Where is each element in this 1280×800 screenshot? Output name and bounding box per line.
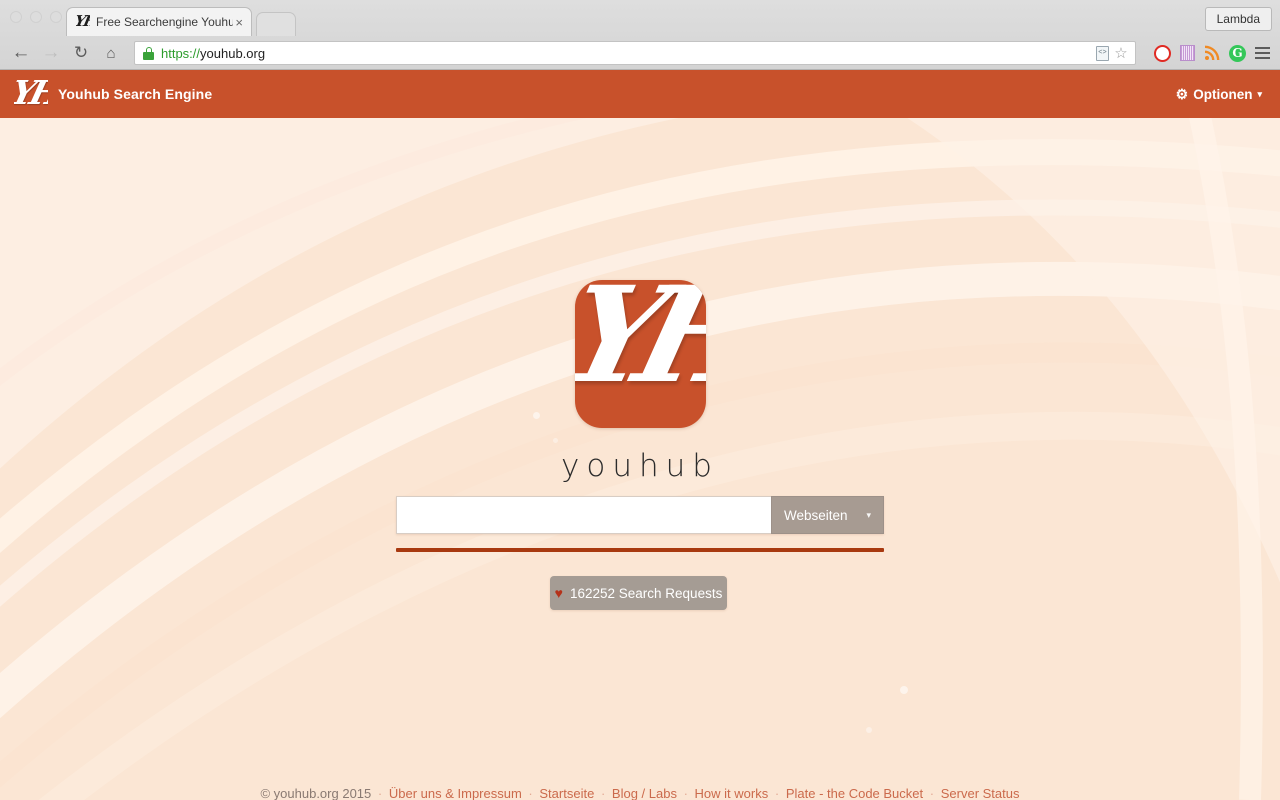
address-bar[interactable]: https://youhub.org <> ☆ xyxy=(134,41,1136,65)
footer-separator: · xyxy=(600,786,606,800)
search-row: Webseiten ▾ xyxy=(396,496,884,534)
gear-icon: ⚙ xyxy=(1175,85,1189,102)
youhub-logo-icon: YH xyxy=(14,79,48,109)
forward-icon: → xyxy=(41,42,61,63)
options-menu-button[interactable]: ⚙ Optionen ▾ xyxy=(1176,86,1262,103)
browser-menu-icon[interactable] xyxy=(1255,47,1270,59)
footer-link-how-it-works[interactable]: How it works xyxy=(695,786,769,800)
wordmark: youhub xyxy=(561,448,719,484)
search-scope-label: Webseiten xyxy=(784,507,848,523)
opera-extension-icon[interactable] xyxy=(1154,44,1171,62)
reload-icon[interactable]: ↻ xyxy=(66,38,96,68)
brand[interactable]: YH Youhub Search Engine xyxy=(14,79,212,109)
footer-link-server-status[interactable]: Server Status xyxy=(941,786,1020,800)
tab-close-icon[interactable]: × xyxy=(233,16,245,29)
url-text: https://youhub.org xyxy=(161,46,265,61)
footer-separator: · xyxy=(774,786,780,800)
window-maximize-button[interactable] xyxy=(50,11,62,23)
barcode-extension-icon[interactable] xyxy=(1180,45,1195,61)
extension-icons: G xyxy=(1142,44,1280,62)
window-minimize-button[interactable] xyxy=(30,11,42,23)
tab-favicon-icon: YH xyxy=(76,15,90,29)
footer-link-plate[interactable]: Plate - the Code Bucket xyxy=(786,786,923,800)
browser-tab-active[interactable]: YH Free Searchengine Youhub × xyxy=(66,7,252,36)
copyright-text: © youhub.org 2015 xyxy=(260,786,372,800)
search-requests-label: 162252 Search Requests xyxy=(569,585,723,601)
back-icon[interactable]: ← xyxy=(6,38,36,68)
bookmark-star-icon[interactable]: ☆ xyxy=(1111,43,1131,63)
code-view-icon[interactable]: <> xyxy=(1096,45,1109,61)
chevron-down-icon: ▾ xyxy=(866,509,871,520)
url-scheme: https:// xyxy=(161,45,201,61)
search-input[interactable] xyxy=(396,496,771,534)
window-close-button[interactable] xyxy=(10,11,22,23)
lock-icon xyxy=(143,46,154,60)
new-tab-button[interactable] xyxy=(256,12,296,36)
divider xyxy=(396,548,884,552)
search-requests-badge[interactable]: ♥ 162252 Search Requests xyxy=(550,576,727,610)
home-icon[interactable]: ⌂ xyxy=(96,38,126,68)
profile-button[interactable]: Lambda xyxy=(1204,7,1272,31)
page-content: YH Youhub Search Engine ⚙ Optionen ▾ YH … xyxy=(0,70,1280,800)
heart-icon: ♥ xyxy=(554,585,563,601)
url-host: youhub.org xyxy=(200,45,266,61)
footer-separator: · xyxy=(377,786,383,800)
footer-link-startseite[interactable]: Startseite xyxy=(539,786,594,800)
grammarly-extension-icon[interactable]: G xyxy=(1229,44,1246,62)
chevron-down-icon: ▾ xyxy=(1257,88,1262,99)
footer-separator: · xyxy=(683,786,688,800)
rss-feed-icon[interactable] xyxy=(1204,45,1220,61)
footer-link-about[interactable]: Über uns & Impressum xyxy=(389,786,522,800)
window-controls[interactable] xyxy=(10,11,62,23)
main-content: YH youhub Webseiten ▾ ♥ 162252 Search Re… xyxy=(0,118,1280,800)
options-label: Optionen xyxy=(1193,86,1253,102)
omnibox-actions: <> ☆ xyxy=(1096,43,1131,63)
hero-logo-icon: YH xyxy=(575,280,706,428)
site-header: YH Youhub Search Engine ⚙ Optionen ▾ xyxy=(0,70,1280,118)
brand-title: Youhub Search Engine xyxy=(58,86,213,102)
footer-separator: · xyxy=(929,786,935,800)
footer-link-blog-labs[interactable]: Blog / Labs xyxy=(612,786,677,800)
footer: © youhub.org 2015 · Über uns & Impressum… xyxy=(0,786,1280,800)
tab-strip: YH Free Searchengine Youhub × Lambda xyxy=(0,0,1280,36)
footer-separator: · xyxy=(528,786,533,800)
browser-toolbar: ← → ↻ ⌂ https://youhub.org <> ☆ G xyxy=(0,36,1280,70)
browser-chrome: YH Free Searchengine Youhub × Lambda ← →… xyxy=(0,0,1280,70)
tab-title: Free Searchengine Youhub xyxy=(96,15,234,29)
search-scope-dropdown[interactable]: Webseiten ▾ xyxy=(771,496,884,534)
